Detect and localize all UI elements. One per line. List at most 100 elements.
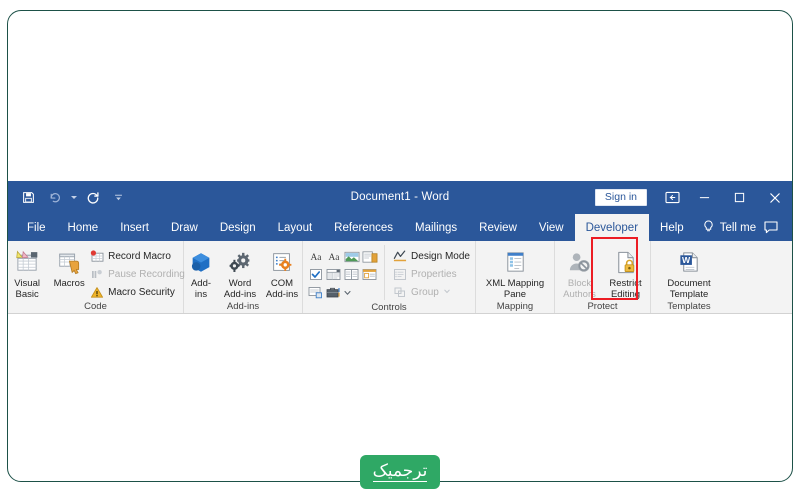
ribbon-group-mapping-body: XML Mapping Pane: [473, 244, 557, 300]
document-template-label-line1: Document: [667, 278, 711, 289]
pause-recording-label: Pause Recording: [108, 268, 185, 280]
tab-developer[interactable]: Developer: [574, 214, 650, 241]
tarjomic-logo: ترجمیک: [360, 455, 440, 489]
minimize-button[interactable]: [687, 181, 722, 214]
design-mode-label: Design Mode: [411, 250, 470, 262]
com-add-ins-icon: [269, 247, 295, 277]
restrict-editing-label-line1: Restrict: [609, 278, 642, 289]
visual-basic-button[interactable]: Visual Basic: [6, 245, 48, 300]
building-block-gallery-icon[interactable]: [361, 248, 378, 265]
word-add-ins-label-line1: Word: [228, 278, 252, 289]
group-button: Group: [393, 284, 470, 300]
ribbon-group-controls: Aa Aa Design Mode Properties Group Contr…: [303, 241, 476, 313]
tab-references[interactable]: References: [323, 214, 404, 241]
com-add-ins-label-line1: COM: [270, 278, 294, 289]
redo-icon[interactable]: [80, 186, 105, 210]
design-mode-button[interactable]: Design Mode: [393, 248, 470, 264]
ribbon-group-mapping-label: Mapping: [496, 301, 534, 312]
word-add-ins-label-line2: Add-ins: [223, 288, 257, 300]
pause-recording-icon: [90, 267, 104, 281]
ribbon-group-controls-body: Aa Aa Design Mode Properties Group: [302, 244, 476, 301]
tab-draw[interactable]: Draw: [160, 214, 209, 241]
tab-view[interactable]: View: [528, 214, 575, 241]
sign-in-button[interactable]: Sign in: [594, 189, 647, 206]
rich-text-content-control-icon[interactable]: Aa: [307, 248, 324, 265]
svg-text:W: W: [682, 254, 691, 264]
ribbon-group-add-ins-body: Add- ins Word Add-ins COM Add-ins: [179, 244, 307, 300]
properties-icon: [393, 267, 407, 281]
repeating-section-content-control-icon[interactable]: [307, 284, 324, 301]
comment-icon[interactable]: [758, 214, 784, 241]
add-ins-button[interactable]: Add- ins: [183, 245, 219, 300]
svg-text:Aa: Aa: [310, 253, 322, 263]
tarjomic-logo-text: ترجمیک: [372, 460, 428, 482]
com-add-ins-button[interactable]: COM Add-ins: [261, 245, 303, 300]
ribbon-group-protect-body: Block Authors Restrict Editing: [555, 244, 651, 300]
record-macro-icon: [90, 249, 104, 263]
com-add-ins-label-line2: Add-ins: [265, 288, 299, 300]
macros-icon: [56, 247, 82, 277]
title-bar-right-controls: Sign in: [594, 181, 792, 214]
ribbon-body: Visual Basic Macros Record Macro Pause R…: [8, 241, 792, 314]
picture-content-control-icon[interactable]: [343, 248, 360, 265]
ribbon-group-templates: W Document Template Templates: [651, 241, 727, 313]
tab-review[interactable]: Review: [468, 214, 528, 241]
screenshot-root: Document1 - Word Sign in File Home Inser…: [0, 0, 800, 500]
plain-text-content-control-icon[interactable]: Aa: [325, 248, 342, 265]
save-icon[interactable]: [16, 186, 41, 210]
tab-design[interactable]: Design: [209, 214, 267, 241]
ribbon-group-protect-label: Protect: [587, 301, 618, 312]
tell-me-search[interactable]: Tell me: [695, 214, 766, 241]
word-application-window: Document1 - Word Sign in File Home Inser…: [8, 181, 792, 314]
macros-button[interactable]: Macros: [48, 245, 90, 290]
ribbon-group-templates-label: Templates: [667, 301, 711, 312]
maximize-button[interactable]: [722, 181, 757, 214]
tab-file[interactable]: File: [16, 214, 57, 241]
record-macro-button[interactable]: Record Macro: [90, 248, 185, 264]
tab-insert[interactable]: Insert: [109, 214, 160, 241]
block-authors-label-line2: Authors: [563, 288, 596, 300]
add-ins-label-line2: ins: [194, 288, 208, 300]
block-authors-button: Block Authors: [557, 245, 603, 300]
customize-quick-access-toolbar-icon[interactable]: [106, 186, 131, 210]
ribbon-group-code-label: Code: [84, 301, 107, 312]
word-add-ins-button[interactable]: Word Add-ins: [219, 245, 261, 300]
close-button[interactable]: [757, 181, 792, 214]
tab-mailings[interactable]: Mailings: [404, 214, 468, 241]
add-ins-label-line1: Add-: [190, 278, 212, 289]
date-picker-content-control-icon[interactable]: [361, 266, 378, 283]
ribbon-display-options-icon[interactable]: [657, 181, 687, 214]
group-dropdown-caret-icon: [443, 287, 451, 298]
code-small-button-list: Record Macro Pause Recording Macro Secur…: [90, 245, 185, 300]
undo-dropdown-caret-icon[interactable]: [68, 186, 79, 210]
legacy-tools-dropdown-caret-icon[interactable]: [343, 284, 360, 301]
tab-help[interactable]: Help: [649, 214, 695, 241]
visual-basic-label-line2: Basic: [15, 288, 39, 300]
ribbon-group-controls-label: Controls: [371, 302, 407, 313]
check-box-content-control-icon[interactable]: [307, 266, 324, 283]
tell-me-label: Tell me: [719, 221, 757, 234]
add-ins-icon: [188, 247, 214, 277]
legacy-tools-icon[interactable]: [325, 284, 342, 301]
xml-mapping-pane-button[interactable]: XML Mapping Pane: [479, 245, 551, 300]
drop-down-list-content-control-icon[interactable]: [343, 266, 360, 283]
ribbon-group-add-ins-label: Add-ins: [226, 301, 260, 312]
restrict-editing-label-line2: Editing: [610, 288, 641, 300]
ribbon-group-mapping: XML Mapping Pane Mapping: [476, 241, 555, 313]
xml-mapping-pane-icon: [503, 247, 528, 277]
lightbulb-icon: [703, 219, 714, 236]
combo-box-content-control-icon[interactable]: [325, 266, 342, 283]
block-authors-icon: [567, 247, 592, 277]
undo-icon[interactable]: [42, 186, 67, 210]
tab-home[interactable]: Home: [57, 214, 110, 241]
ribbon-group-add-ins: Add- ins Word Add-ins COM Add-ins Add-in…: [184, 241, 303, 313]
tab-layout[interactable]: Layout: [267, 214, 324, 241]
record-macro-label: Record Macro: [108, 250, 171, 262]
document-template-button[interactable]: W Document Template: [655, 245, 723, 300]
restrict-editing-button[interactable]: Restrict Editing: [603, 245, 649, 300]
ribbon-group-code: Visual Basic Macros Record Macro Pause R…: [6, 241, 185, 313]
controls-icon-grid: Aa Aa: [307, 245, 378, 301]
macro-security-button[interactable]: Macro Security: [90, 284, 185, 300]
document-template-icon: W: [677, 247, 702, 277]
macro-security-label: Macro Security: [108, 286, 175, 298]
